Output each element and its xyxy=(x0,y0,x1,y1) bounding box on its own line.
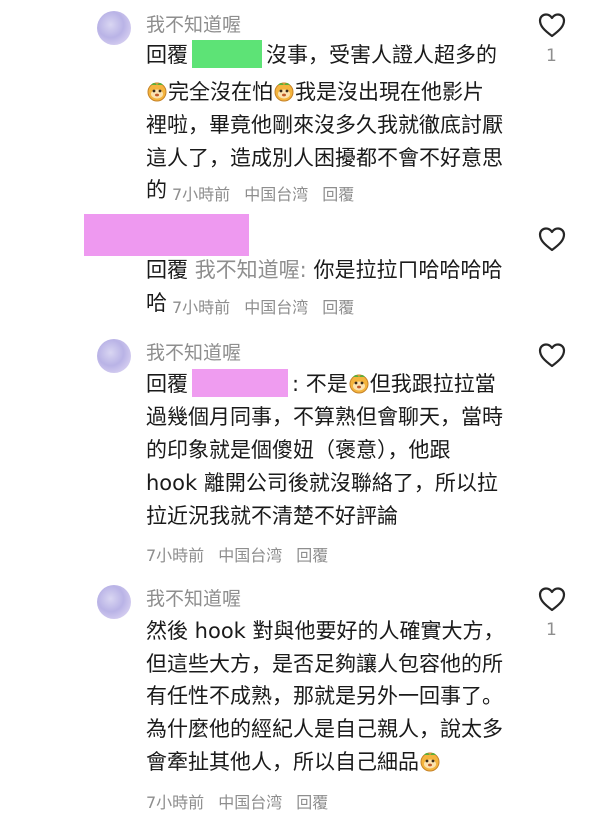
comment-text-line: 的印象就是個傻妞（褒意），他跟 xyxy=(146,438,451,462)
comment-4: 我不知道喔 然後 hook 對與他要好的人確實大方， 但這些大方，是否足夠讓人包… xyxy=(0,575,589,818)
comment-text-line: 但這些大方，是否足夠讓人包容他的所 xyxy=(146,652,503,676)
comment-text-line: 拉近況我就不清楚不好評論 xyxy=(146,504,398,528)
comment-meta: 7小時前 中国台湾 回覆 xyxy=(146,789,328,813)
location: 中国台湾 xyxy=(218,546,283,565)
face-emoji-icon xyxy=(420,752,440,772)
reply-button[interactable]: 回覆 xyxy=(296,546,328,565)
comment-text-line: 為什麼他的經紀人是自己親人，說太多 xyxy=(146,717,503,741)
location: 中国台湾 xyxy=(244,298,309,317)
comment-username[interactable]: 我不知道喔 xyxy=(146,10,241,37)
reply-button[interactable]: 回覆 xyxy=(296,793,328,812)
comment-text-line: 哈 xyxy=(146,291,167,315)
comment-text-line: 裡啦，畢竟他剛來沒多久我就徹底討厭 xyxy=(146,113,503,137)
avatar[interactable] xyxy=(97,11,131,45)
comment-text-line: 回覆: 不是 但我跟拉拉當 xyxy=(146,369,496,400)
comment-1: 我不知道喔 回覆 沒事，受害人證人超多的 完全沒在怕 我是沒出現在他影片 裡啦，畢竟… xyxy=(0,0,589,210)
comment-username[interactable]: 我不知道喔 xyxy=(146,338,241,365)
location: 中国台湾 xyxy=(244,185,309,204)
location: 中国台湾 xyxy=(218,793,283,812)
face-emoji-icon xyxy=(349,374,369,394)
comment-text-line: 的 xyxy=(146,178,167,202)
redacted-user xyxy=(84,214,249,256)
heart-outline-icon[interactable] xyxy=(538,586,566,612)
comment-text-line: 回覆 沒事，受害人證人超多的 xyxy=(146,40,497,71)
heart-outline-icon[interactable] xyxy=(538,226,566,252)
timestamp: 7小時前 xyxy=(172,298,231,317)
heart-outline-icon[interactable] xyxy=(538,12,566,38)
face-emoji-icon xyxy=(274,82,294,102)
timestamp: 7小時前 xyxy=(172,185,231,204)
comment-2: 回覆 我不知道喔: 你是拉拉ㄇ哈哈哈哈 哈 7小時前 中国台湾 回覆 xyxy=(0,210,589,330)
comment-text-line: 完全沒在怕 我是沒出現在他影片 xyxy=(146,77,484,108)
comment-text-line: 回覆 我不知道喔: 你是拉拉ㄇ哈哈哈哈 xyxy=(146,258,503,282)
avatar[interactable] xyxy=(97,339,131,373)
comment-meta: 7小時前 中国台湾 回覆 xyxy=(172,181,354,205)
comment-text-line: 這人了，造成別人困擾都不會不好意思 xyxy=(146,146,503,170)
comment-username[interactable]: 我不知道喔 xyxy=(146,584,241,611)
timestamp: 7小時前 xyxy=(146,793,205,812)
comment-3: 我不知道喔 回覆: 不是 但我跟拉拉當 過幾個月同事，不算熟但會聊天，當時 的印象… xyxy=(0,330,589,575)
redacted-mention xyxy=(192,369,288,397)
avatar[interactable] xyxy=(97,585,131,619)
like-count: 1 xyxy=(546,46,557,66)
redacted-mention xyxy=(192,40,262,68)
comment-meta: 7小時前 中国台湾 回覆 xyxy=(146,542,328,566)
comment-text-line: 然後 hook 對與他要好的人確實大方， xyxy=(146,619,505,643)
reply-button[interactable]: 回覆 xyxy=(322,298,354,317)
comment-meta: 7小時前 中国台湾 回覆 xyxy=(172,294,354,318)
comment-text-line: 會牽扯其他人，所以自己細品 xyxy=(146,747,441,778)
timestamp: 7小時前 xyxy=(146,546,205,565)
face-emoji-icon xyxy=(147,82,167,102)
comment-text-line: 有任性不成熟，那就是另外一回事了。 xyxy=(146,684,503,708)
mention-username[interactable]: 我不知道喔: xyxy=(195,258,307,282)
reply-button[interactable]: 回覆 xyxy=(322,185,354,204)
comment-text-line: hook 離開公司後就沒聯絡了，所以拉 xyxy=(146,471,498,495)
like-count: 1 xyxy=(546,620,557,640)
heart-outline-icon[interactable] xyxy=(538,342,566,368)
comment-text-line: 過幾個月同事，不算熟但會聊天，當時 xyxy=(146,405,503,429)
